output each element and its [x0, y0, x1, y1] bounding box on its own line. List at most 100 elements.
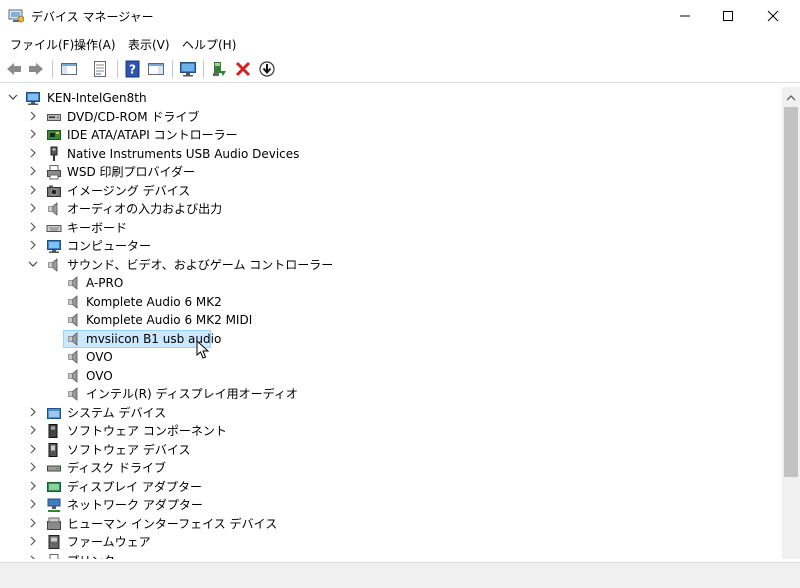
tree-item-label: IDE ATA/ATAPI コントローラー: [67, 128, 238, 142]
tree-category[interactable]: オーディオの入力および出力: [0, 200, 782, 218]
tree-device[interactable]: OVO: [0, 367, 782, 385]
tree-device[interactable]: Komplete Audio 6 MK2: [0, 293, 782, 311]
tree-category[interactable]: ソフトウェア コンポーネント: [0, 422, 782, 440]
disable-device-button[interactable]: [258, 60, 276, 78]
properties-icon: [94, 61, 106, 77]
tree-category[interactable]: コンピューター: [0, 237, 782, 255]
tree-root-label: KEN-IntelGen8th: [47, 91, 147, 105]
tree-category[interactable]: キーボード: [0, 219, 782, 237]
monitor-icon: [46, 238, 62, 254]
tree-item-label: インテル(R) ディスプレイ用オーディオ: [86, 387, 298, 401]
chevron-right-icon[interactable]: [27, 201, 39, 215]
system-folder-icon: [46, 405, 62, 421]
dvd-drive-icon: [46, 109, 62, 125]
help-button[interactable]: ?: [124, 60, 142, 78]
device-tree: KEN-IntelGen8th DVD/CD-ROM ドライブ IDE ATA/A…: [0, 87, 782, 559]
close-button[interactable]: [750, 0, 796, 32]
chevron-right-icon[interactable]: [27, 405, 39, 419]
tree-category[interactable]: DVD/CD-ROM ドライブ: [0, 108, 782, 126]
chevron-right-icon[interactable]: [27, 497, 39, 511]
tree-device[interactable]: mvsiicon B1 usb audio: [0, 329, 782, 348]
chevron-right-icon[interactable]: [27, 423, 39, 437]
menu-help[interactable]: ヘルプ(H): [182, 36, 236, 53]
printer-icon: [46, 164, 62, 180]
status-bar: [0, 562, 800, 588]
uninstall-device-button[interactable]: [234, 60, 252, 78]
chevron-right-icon[interactable]: [27, 238, 39, 252]
tree-device[interactable]: OVO: [0, 348, 782, 366]
vertical-scrollbar[interactable]: [782, 87, 800, 559]
tree-category[interactable]: IDE ATA/ATAPI コントローラー: [0, 126, 782, 144]
console-tree-icon: [61, 63, 77, 75]
chevron-right-icon[interactable]: [27, 109, 39, 123]
tree-category[interactable]: サウンド、ビデオ、およびゲーム コントローラー: [0, 256, 782, 274]
camera-icon: [46, 183, 62, 199]
tree-category[interactable]: ヒューマン インターフェイス デバイス: [0, 515, 782, 533]
menu-bar: ファイル(F) 操作(A) 表示(V) ヘルプ(H): [0, 34, 800, 54]
speaker-icon: [66, 368, 82, 384]
back-button[interactable]: [5, 60, 23, 78]
chevron-right-icon[interactable]: [27, 127, 39, 141]
tree-category[interactable]: イメージング デバイス: [0, 182, 782, 200]
tree-item-label: ヒューマン インターフェイス デバイス: [67, 516, 278, 531]
chevron-down-icon[interactable]: [27, 257, 39, 271]
minimize-button[interactable]: [662, 0, 708, 32]
menu-action[interactable]: 操作(A): [74, 36, 116, 53]
update-driver-icon: [213, 62, 226, 76]
scroll-up-arrow-icon[interactable]: [786, 91, 796, 105]
action-pane-button[interactable]: [147, 60, 165, 78]
printer-icon: [46, 553, 62, 559]
tree-category[interactable]: ソフトウェア デバイス: [0, 441, 782, 459]
tree-category[interactable]: ディスク ドライブ: [0, 459, 782, 477]
tree-category[interactable]: プリンター: [0, 552, 782, 560]
maximize-button[interactable]: [705, 0, 751, 32]
chevron-right-icon[interactable]: [27, 479, 39, 493]
chevron-right-icon[interactable]: [27, 553, 39, 559]
chevron-right-icon[interactable]: [27, 146, 39, 160]
tree-item-label: サウンド、ビデオ、およびゲーム コントローラー: [67, 257, 334, 272]
update-driver-button[interactable]: [210, 60, 228, 78]
show-hide-console-tree-button[interactable]: [60, 60, 78, 78]
tree-item-label: OVO: [86, 368, 113, 383]
chevron-right-icon[interactable]: [27, 164, 39, 178]
chevron-right-icon[interactable]: [27, 460, 39, 474]
tree-device[interactable]: インテル(R) ディスプレイ用オーディオ: [0, 385, 782, 403]
tree-item-label: ディスク ドライブ: [67, 461, 166, 475]
properties-button[interactable]: [91, 60, 109, 78]
software-device-icon: [46, 442, 62, 458]
scan-hardware-button[interactable]: [179, 60, 197, 78]
chevron-right-icon[interactable]: [27, 183, 39, 197]
arrow-right-icon: [29, 63, 43, 75]
window-title: デバイス マネージャー: [31, 10, 154, 24]
tree-item-label: OVO: [86, 350, 113, 364]
chevron-right-icon[interactable]: [27, 220, 39, 234]
tree-device[interactable]: Komplete Audio 6 MK2 MIDI: [0, 311, 782, 329]
menu-view[interactable]: 表示(V): [128, 36, 170, 53]
svg-text:?: ?: [129, 63, 136, 77]
tree-item-label: ファームウェア: [67, 535, 151, 549]
tree-category[interactable]: ネットワーク アダプター: [0, 496, 782, 514]
tree-device[interactable]: A-PRO: [0, 274, 782, 292]
tree-item-label: ソフトウェア デバイス: [67, 442, 191, 457]
tree-category[interactable]: WSD 印刷プロバイダー: [0, 163, 782, 181]
menu-file[interactable]: ファイル(F): [10, 36, 74, 53]
disk-drive-icon: [46, 460, 62, 476]
forward-button[interactable]: [27, 60, 45, 78]
tree-root[interactable]: KEN-IntelGen8th: [0, 89, 782, 107]
tree-category[interactable]: ディスプレイ アダプター: [0, 478, 782, 496]
mouse-cursor-icon: [196, 339, 210, 363]
chevron-right-icon[interactable]: [27, 442, 39, 456]
tree-category[interactable]: システム デバイス: [0, 404, 782, 422]
speaker-icon: [66, 331, 82, 347]
tree-category[interactable]: Native Instruments USB Audio Devices: [0, 145, 782, 163]
chevron-right-icon[interactable]: [27, 534, 39, 548]
maximize-icon: [723, 11, 733, 21]
chevron-right-icon[interactable]: [27, 516, 39, 530]
network-adapter-icon: [46, 497, 62, 513]
tree-category[interactable]: ファームウェア: [0, 533, 782, 551]
speaker-icon: [66, 275, 82, 291]
chevron-down-icon[interactable]: [7, 90, 19, 104]
scroll-thumb[interactable]: [784, 107, 798, 477]
tree-item-label: Native Instruments USB Audio Devices: [67, 146, 300, 161]
tree-item-label: プリンター: [67, 553, 127, 560]
